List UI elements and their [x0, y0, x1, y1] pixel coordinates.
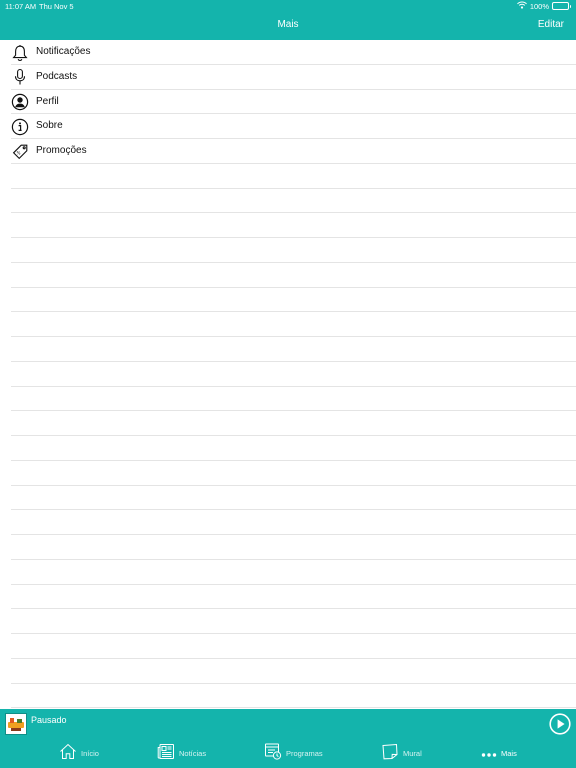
empty-row	[0, 263, 576, 288]
player-status: Pausado	[31, 715, 67, 725]
more-menu-list: Notificações Podcasts Perfil Sobre % Pro…	[0, 40, 576, 709]
tag-icon: %	[10, 142, 29, 161]
empty-row	[0, 238, 576, 263]
tab-mais[interactable]: Mais	[481, 739, 517, 768]
menu-item-sobre[interactable]: Sobre	[0, 114, 576, 139]
empty-row	[0, 337, 576, 362]
home-icon	[59, 743, 77, 765]
tab-inicio[interactable]: Início	[59, 739, 99, 768]
edit-button[interactable]: Editar	[538, 19, 564, 30]
menu-item-label: Perfil	[36, 95, 59, 107]
empty-row	[0, 189, 576, 214]
empty-row	[0, 634, 576, 659]
empty-row	[0, 411, 576, 436]
info-icon	[10, 117, 29, 136]
menu-item-promocoes[interactable]: % Promoções	[0, 139, 576, 164]
empty-row	[0, 609, 576, 634]
empty-row	[0, 312, 576, 337]
status-bar: 11:07 AM Thu Nov 5 100%	[0, 0, 576, 12]
menu-item-perfil[interactable]: Perfil	[0, 90, 576, 115]
empty-row	[0, 213, 576, 238]
tab-mural[interactable]: Mural	[381, 739, 422, 768]
menu-item-label: Sobre	[36, 120, 63, 132]
note-icon	[381, 743, 399, 765]
tab-noticias[interactable]: Notícias	[157, 739, 206, 768]
microphone-icon	[10, 68, 29, 87]
empty-row	[0, 387, 576, 412]
menu-item-label: Podcasts	[36, 70, 78, 82]
wifi-icon	[516, 1, 527, 11]
battery-icon	[552, 2, 571, 10]
tab-label: Notícias	[179, 749, 207, 758]
status-time: 11:07 AM	[5, 2, 37, 11]
tab-bar: Início Notícias Programas Mural Mais	[0, 739, 576, 768]
empty-row	[0, 461, 576, 486]
tab-label: Mais	[501, 749, 517, 758]
empty-row	[0, 436, 576, 461]
menu-item-label: Promoções	[36, 145, 87, 156]
tab-label: Início	[81, 749, 99, 758]
play-button[interactable]	[549, 713, 571, 735]
empty-row	[0, 510, 576, 535]
battery-percent: 100%	[529, 1, 549, 11]
empty-row	[0, 585, 576, 610]
page-title: Mais	[277, 19, 299, 30]
menu-item-notificacoes[interactable]: Notificações	[0, 40, 576, 65]
empty-row	[0, 164, 576, 189]
empty-row	[0, 684, 576, 709]
empty-row	[0, 288, 576, 313]
calendar-icon	[264, 742, 282, 765]
profile-icon	[10, 93, 29, 112]
play-icon	[549, 713, 571, 735]
status-right: 100%	[516, 1, 571, 11]
svg-text:%: %	[16, 150, 20, 155]
empty-row	[0, 362, 576, 387]
empty-row	[0, 535, 576, 560]
menu-item-podcasts[interactable]: Podcasts	[0, 65, 576, 90]
audio-player-bar: Pausado	[0, 709, 576, 739]
tab-label: Programas	[286, 749, 323, 758]
bell-icon	[10, 43, 29, 62]
menu-item-label: Notificações	[36, 46, 91, 57]
empty-row	[0, 486, 576, 511]
status-date: Thu Nov 5	[39, 2, 74, 11]
more-dots-icon	[481, 745, 497, 763]
tab-programas[interactable]: Programas	[264, 739, 323, 768]
tab-label: Mural	[403, 749, 422, 758]
empty-row	[0, 560, 576, 585]
station-logo	[5, 713, 27, 735]
empty-row	[0, 659, 576, 684]
newspaper-icon	[157, 743, 175, 765]
header: 11:07 AM Thu Nov 5 100% Mais Editar	[0, 0, 576, 40]
